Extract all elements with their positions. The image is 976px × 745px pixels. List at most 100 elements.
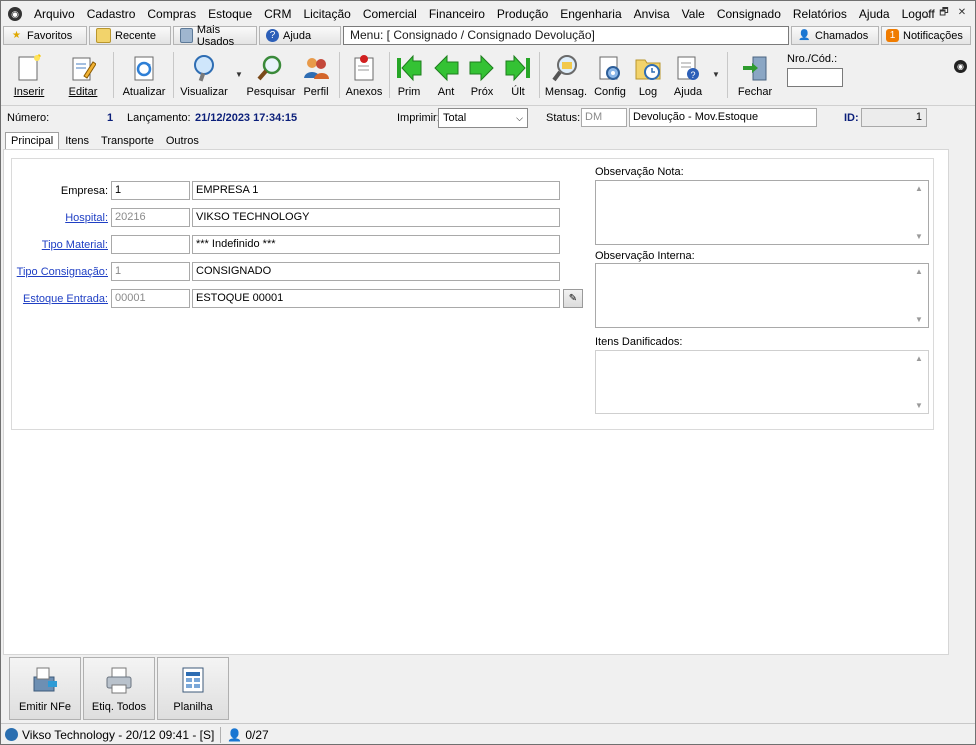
anexos-button[interactable]: Anexos [345,51,383,101]
search-icon [256,53,286,83]
hospital-code-field[interactable]: 20216 [111,208,190,227]
scroll-up-icon: ▲ [915,354,923,363]
itens-danificados-scrollbar[interactable]: ▲ ▼ [913,352,927,412]
menu-cadastro[interactable]: Cadastro [81,4,142,24]
visualizar-dropdown-arrow[interactable]: ▼ [235,70,243,79]
restore-button[interactable]: 🗗 [937,6,951,20]
menu-estoque[interactable]: Estoque [202,4,258,24]
status-users-count: 0/27 [245,727,269,742]
empresa-code-field[interactable]: 1 [111,181,190,200]
menu-producao[interactable]: Produção [491,4,554,24]
tab-principal[interactable]: Principal [5,132,60,150]
recente-label: Recente [115,29,156,42]
notificacoes-label: Notificações [903,29,963,42]
obs-interna-scrollbar[interactable]: ▲ ▼ [913,265,927,326]
menu-consignado[interactable]: Consignado [711,4,787,24]
last-record-icon [503,53,533,83]
hospital-desc-field[interactable]: VIKSO TECHNOLOGY [192,208,560,227]
first-record-icon [394,53,424,83]
obs-nota-textarea[interactable]: ▲ ▼ [595,180,929,245]
estoque-entrada-link[interactable]: Estoque Entrada: [16,293,108,305]
notificacoes-button[interactable]: 1 Notificações [881,26,971,45]
refresh-icon [129,53,159,83]
recente-button[interactable]: Recente [89,26,171,45]
editar-button[interactable]: Editar [65,51,101,101]
estoque-entrada-desc-field[interactable]: ESTOQUE 00001 [192,289,560,308]
mais-usados-button[interactable]: Mais Usados [173,24,257,48]
toolbar-separator [113,52,114,98]
ajuda-quick-button[interactable]: ? Ajuda [259,26,341,45]
atualizar-label: Atualizar [122,86,166,98]
pesquisar-label: Pesquisar [246,86,296,98]
exit-door-icon [740,53,770,83]
minimize-button[interactable]: _ [919,6,933,20]
inserir-button[interactable]: Inserir [11,51,47,101]
tab-itens[interactable]: Itens [59,132,95,150]
perfil-button[interactable]: Perfil [301,51,331,101]
estoque-picker-button[interactable]: ✎ [563,289,583,308]
imprimir-select[interactable]: Total ⌵ [438,108,528,128]
tab-outros[interactable]: Outros [160,132,205,150]
etiq-todos-button[interactable]: Etiq. Todos [83,657,155,720]
empresa-desc-field[interactable]: EMPRESA 1 [192,181,560,200]
menu-relatorios[interactable]: Relatórios [787,4,853,24]
anexos-label: Anexos [345,86,383,98]
planilha-button[interactable]: Planilha [157,657,229,720]
config-button[interactable]: Config [593,51,627,101]
emitir-nfe-button[interactable]: Emitir NFe [9,657,81,720]
obs-nota-scrollbar[interactable]: ▲ ▼ [913,182,927,243]
menu-anvisa[interactable]: Anvisa [628,4,676,24]
tipo-material-link[interactable]: Tipo Material: [16,239,108,251]
log-button[interactable]: Log [633,51,663,101]
tipo-material-desc-field[interactable]: *** Indefinido *** [192,235,560,254]
app-logo-icon[interactable]: ◉ [8,7,22,21]
obs-nota-label: Observação Nota: [595,166,684,178]
main-toolbar: Inserir Editar Atualizar Visualizar ▼ Pe… [1,48,975,104]
tipo-consignacao-link[interactable]: Tipo Consignação: [16,266,108,278]
ult-label: Últ [511,86,525,98]
menu-ajuda[interactable]: Ajuda [853,4,896,24]
chamados-button[interactable]: 👤 Chamados [791,26,879,45]
menu-licitacao[interactable]: Licitação [297,4,356,24]
menu-arquivo[interactable]: Arquivo [28,4,81,24]
status-description-field[interactable]: Devolução - Mov.Estoque [629,108,817,127]
nro-cod-input[interactable] [787,68,843,87]
scroll-up-icon: ▲ [915,184,923,193]
tipo-material-code-field[interactable] [111,235,190,254]
fechar-button[interactable]: Fechar [737,51,773,101]
ult-button[interactable]: Últ [503,51,533,101]
itens-danificados-textarea[interactable]: ▲ ▼ [595,350,929,414]
ajuda-quick-label: Ajuda [283,29,312,42]
prox-button[interactable]: Próx [467,51,497,101]
status-code-field[interactable]: DM [581,108,627,127]
favoritos-button[interactable]: ★ Favoritos [3,26,87,45]
menu-vale[interactable]: Vale [676,4,711,24]
ajuda-dropdown-arrow[interactable]: ▼ [712,70,720,79]
tipo-consignacao-desc-field[interactable]: CONSIGNADO [192,262,560,281]
close-button[interactable]: ✕ [955,6,969,20]
obs-interna-textarea[interactable]: ▲ ▼ [595,263,929,328]
visualizar-label: Visualizar [180,86,228,98]
menu-compras[interactable]: Compras [141,4,202,24]
menu-financeiro[interactable]: Financeiro [423,4,491,24]
visualizar-button[interactable]: Visualizar [180,51,228,101]
log-label: Log [638,86,658,98]
info-circle-icon[interactable]: ◉ [954,60,967,73]
hospital-link[interactable]: Hospital: [16,212,108,224]
tab-transporte[interactable]: Transporte [95,132,160,150]
pesquisar-button[interactable]: Pesquisar [247,51,295,101]
spreadsheet-icon [178,665,208,695]
menu-engenharia[interactable]: Engenharia [554,4,627,24]
ajuda-toolbar-button[interactable]: ? Ajuda [671,51,705,101]
atualizar-button[interactable]: Atualizar [122,51,166,101]
menu-comercial[interactable]: Comercial [357,4,423,24]
tipo-consignacao-code-field[interactable]: 1 [111,262,190,281]
ant-button[interactable]: Ant [431,51,461,101]
etiq-todos-label: Etiq. Todos [91,701,147,713]
folder-icon [96,28,111,43]
favoritos-label: Favoritos [27,29,73,42]
menu-crm[interactable]: CRM [258,4,297,24]
mensag-button[interactable]: Mensag. [545,51,587,101]
prim-button[interactable]: Prim [394,51,424,101]
estoque-entrada-code-field[interactable]: 00001 [111,289,190,308]
